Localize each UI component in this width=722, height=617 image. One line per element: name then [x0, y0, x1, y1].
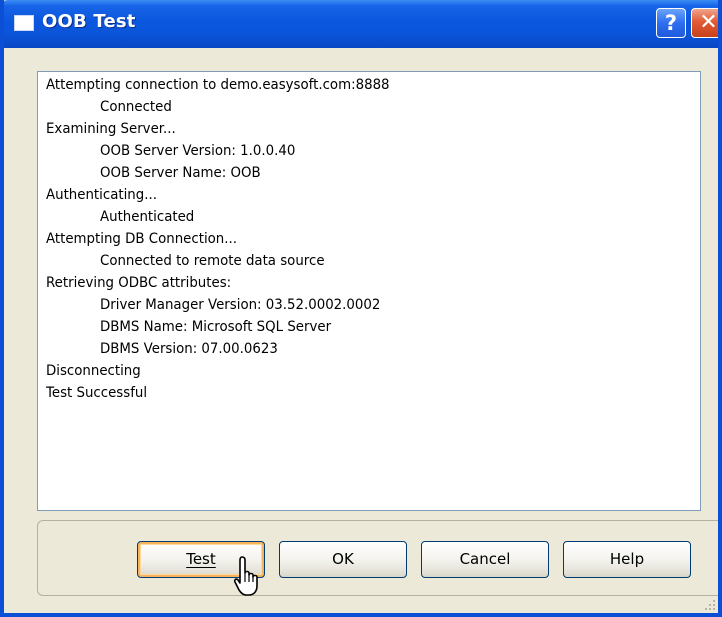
help-button-label: Help — [609, 550, 645, 568]
cancel-button-label: Cancel — [459, 550, 511, 568]
resize-grip-icon[interactable] — [704, 599, 716, 611]
log-line: Retrieving ODBC attributes: — [46, 275, 232, 291]
log-line: OOB Server Version: 1.0.0.40 — [100, 143, 296, 159]
log-line: Connected to remote data source — [100, 253, 325, 269]
hand-pointer-cursor-icon — [233, 556, 258, 596]
log-line: Test Successful — [46, 385, 148, 401]
dialog-window: OOB Test ? ✕ Attempting connection to de… — [0, 0, 722, 617]
log-line: Driver Manager Version: 03.52.0002.0002 — [100, 297, 381, 313]
log-line: DBMS Version: 07.00.0623 — [100, 341, 278, 357]
log-line: Authenticated — [100, 209, 195, 225]
question-mark-icon: ? — [664, 11, 678, 35]
help-title-button[interactable]: ? — [656, 8, 686, 38]
ok-button-label: OK — [332, 550, 354, 568]
log-line: OOB Server Name: OOB — [100, 165, 261, 181]
log-line: Examining Server... — [46, 121, 176, 137]
log-line: Attempting DB Connection... — [46, 231, 238, 247]
log-line: DBMS Name: Microsoft SQL Server — [100, 319, 332, 335]
title-bar[interactable]: OOB Test ? ✕ — [4, 0, 718, 48]
log-line: Attempting connection to demo.easysoft.c… — [46, 77, 390, 93]
window-title: OOB Test — [42, 11, 136, 32]
cancel-button[interactable]: Cancel — [421, 541, 549, 578]
log-line: Disconnecting — [46, 363, 141, 379]
help-button[interactable]: Help — [563, 541, 691, 578]
log-line: Connected — [100, 99, 172, 115]
test-button-label: Test — [186, 550, 216, 568]
ok-button[interactable]: OK — [279, 541, 407, 578]
close-icon: ✕ — [699, 10, 718, 35]
log-line: Authenticating... — [46, 187, 157, 203]
test-log-output[interactable]: Attempting connection to demo.easysoft.c… — [37, 71, 701, 511]
close-button[interactable]: ✕ — [691, 8, 718, 38]
window-icon — [14, 15, 34, 31]
